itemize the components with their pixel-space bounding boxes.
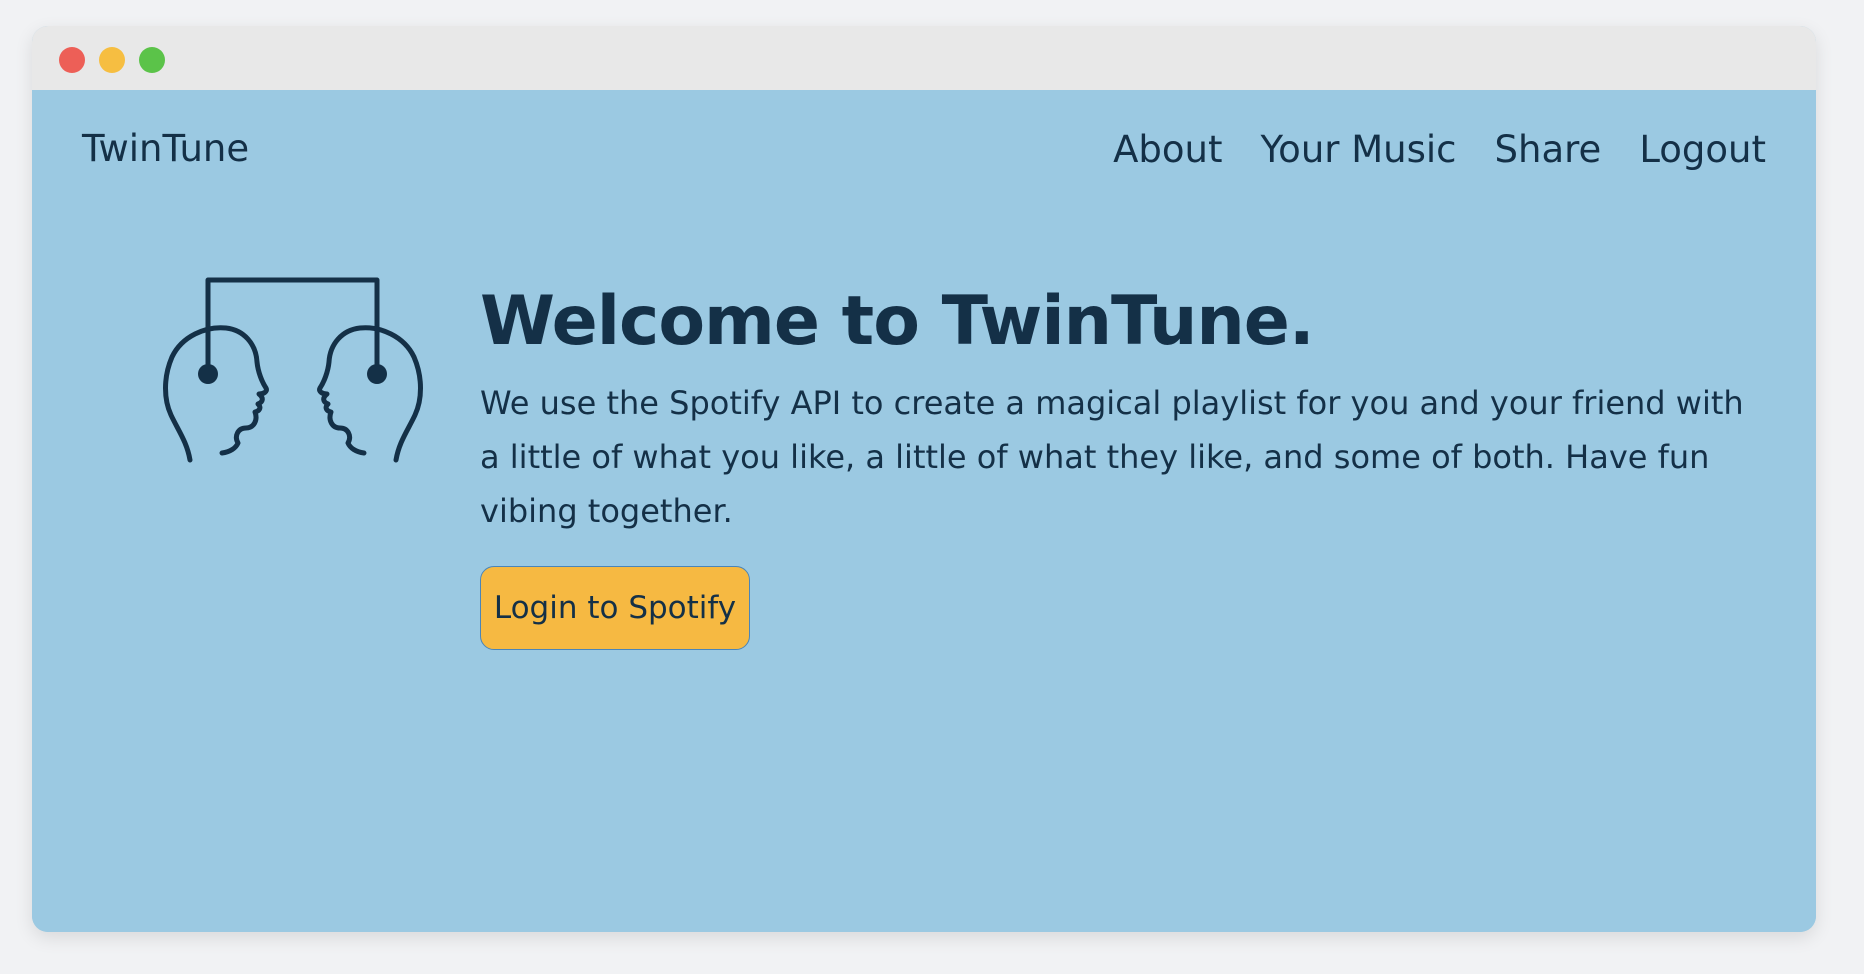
window-titlebar xyxy=(32,26,1816,90)
page-content: TwinTune About Your Music Share Logout W… xyxy=(32,90,1816,932)
minimize-window-button[interactable] xyxy=(99,47,125,73)
maximize-window-button[interactable] xyxy=(139,47,165,73)
page-title: Welcome to TwinTune. xyxy=(480,282,1315,361)
two-heads-headphones-icon xyxy=(156,270,456,470)
browser-window: TwinTune About Your Music Share Logout W… xyxy=(32,26,1816,932)
close-window-button[interactable] xyxy=(59,47,85,73)
intro-description: We use the Spotify API to create a magic… xyxy=(480,384,1744,530)
nav-logout-link[interactable]: Logout xyxy=(1639,131,1766,168)
main-nav: About Your Music Share Logout xyxy=(1113,131,1766,168)
brand-logo-text[interactable]: TwinTune xyxy=(82,130,249,167)
login-to-spotify-button[interactable]: Login to Spotify xyxy=(480,566,750,650)
nav-about-link[interactable]: About xyxy=(1113,131,1222,168)
nav-your-music-link[interactable]: Your Music xyxy=(1261,131,1457,168)
nav-share-link[interactable]: Share xyxy=(1495,131,1602,168)
